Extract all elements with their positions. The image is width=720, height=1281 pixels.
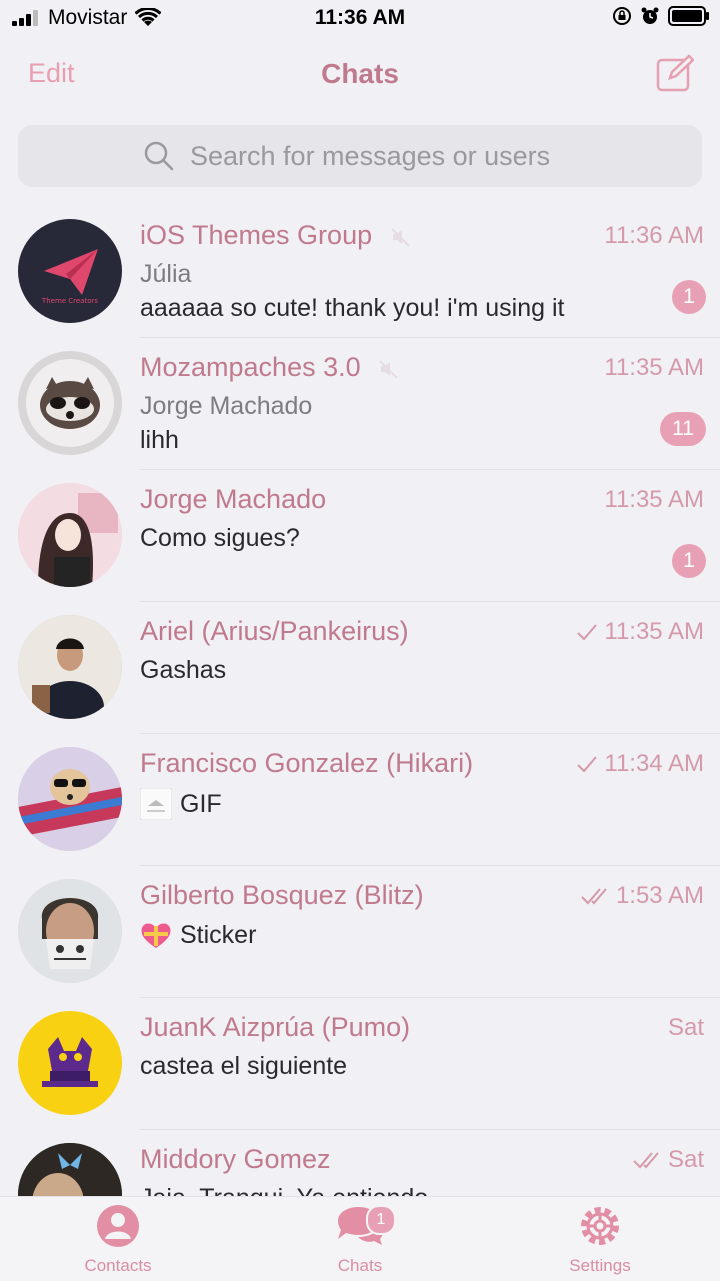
avatar: Theme Creators (18, 219, 122, 323)
battery-icon (668, 6, 709, 26)
chat-message-preview: Sticker (140, 920, 256, 950)
unread-badge: 1 (672, 280, 706, 314)
read-double-check-icon (633, 1152, 659, 1169)
butterfly-avatar-image (18, 1143, 122, 1196)
chat-row-jorge-machado[interactable]: Jorge Machado 11:35 AM Como sigues? 1 (0, 470, 720, 602)
rotation-lock-icon (613, 7, 631, 25)
chat-name: Middory Gomez (140, 1144, 331, 1174)
chat-time: 11:36 AM (604, 222, 704, 249)
gear-icon (581, 1207, 619, 1245)
sent-check-icon (577, 624, 598, 641)
chat-time: 11:35 AM (576, 618, 704, 646)
tab-chats[interactable]: 1 Chats (300, 1203, 420, 1276)
chat-time: Sat (632, 1146, 704, 1174)
unread-badge: 11 (660, 412, 706, 446)
chat-row-middory[interactable]: Middory Gomez Sat Jaja. Tranqui. Ya enti… (0, 1130, 720, 1196)
chat-time: 11:34 AM (576, 750, 704, 778)
chat-name: iOS Themes Group (140, 220, 412, 251)
chat-message-text: Como sigues? (140, 524, 300, 552)
muted-speaker-icon (390, 228, 410, 247)
chat-message-preview: castea el siguiente (140, 1052, 347, 1081)
chat-time-text: 11:35 AM (604, 618, 704, 645)
chat-name: Ariel (Arius/Pankeirus) (140, 616, 409, 646)
read-double-check-icon (581, 888, 607, 905)
chat-name: Mozampaches 3.0 (140, 352, 400, 383)
search-placeholder: Search for messages or users (190, 141, 551, 171)
dog-avatar-image (18, 747, 122, 851)
search-icon (144, 141, 174, 171)
nav-bar: Edit Chats (0, 44, 720, 104)
chat-sender: Júlia (140, 260, 192, 288)
paper-plane-icon: Theme Creators (41, 249, 98, 305)
avatar (18, 1011, 122, 1115)
avatar (18, 747, 122, 851)
chat-message-preview: lihh (140, 426, 179, 454)
chat-name: Francisco Gonzalez (Hikari) (140, 748, 474, 778)
chat-row-francisco[interactable]: Francisco Gonzalez (Hikari) 11:34 AM GIF (0, 734, 720, 866)
chat-message-text: Jaja. Tranqui. Ya entiendo (140, 1184, 428, 1196)
status-bar: Movistar 11:36 AM (0, 0, 720, 36)
heart-gift-sticker-icon (141, 923, 171, 948)
tab-label: Chats (337, 1256, 383, 1275)
tab-contacts[interactable]: Contacts (58, 1203, 178, 1276)
avatar (18, 615, 122, 719)
chat-name: JuanK Aizprúa (Pumo) (140, 1012, 411, 1042)
chat-row-juank[interactable]: JuanK Aizprúa (Pumo) Sat castea el sigui… (0, 998, 720, 1130)
chat-message-preview: Gashas (140, 656, 226, 685)
chat-message-text: castea el siguiente (140, 1052, 348, 1080)
man-avatar-image (18, 615, 122, 719)
chat-row-mozampaches[interactable]: Mozampaches 3.0 11:35 AM Jorge Machado l… (0, 338, 720, 470)
avatar (18, 483, 122, 587)
unread-badge: 1 (672, 544, 706, 578)
sent-check-icon (577, 756, 598, 773)
chat-time-text: 1:53 AM (615, 882, 704, 909)
tab-settings[interactable]: Settings (540, 1203, 660, 1276)
chat-time: 11:35 AM (604, 486, 704, 513)
compose-icon[interactable] (656, 54, 694, 92)
chat-time-text: 11:34 AM (604, 750, 704, 777)
avatar (18, 1143, 122, 1196)
chat-message-text: Gashas (140, 656, 227, 684)
tab-bar: Contacts 1 Chats Settings (0, 1196, 720, 1281)
gif-thumbnail-icon (140, 788, 172, 820)
chat-row-ios-themes-group[interactable]: Theme Creators iOS Themes Group 11:36 AM… (0, 206, 720, 338)
status-right (612, 6, 710, 26)
person-icon (97, 1205, 139, 1247)
chat-name: Jorge Machado (140, 484, 327, 514)
tab-badge: 1 (366, 1205, 396, 1235)
chat-message-text: GIF (180, 789, 222, 818)
search-bar[interactable]: Search for messages or users (18, 125, 702, 187)
chat-sender: Jorge Machado (140, 392, 313, 420)
chat-message-preview: GIF (140, 788, 222, 820)
avatar (18, 351, 122, 455)
chat-time-text: Sat (667, 1146, 704, 1173)
page-title: Chats (321, 58, 399, 89)
chat-name-text: Mozampaches 3.0 (140, 352, 361, 382)
purple-creature-avatar-image (42, 1037, 98, 1087)
muted-speaker-icon (379, 360, 398, 379)
chat-message-text: Sticker (180, 920, 257, 949)
chat-time: 1:53 AM (580, 882, 704, 910)
anime-girl-avatar-image (18, 483, 122, 587)
chat-name: Gilberto Bosquez (Blitz) (140, 880, 424, 910)
raccoon-avatar-image (26, 359, 114, 447)
chat-time: Sat (667, 1014, 704, 1041)
chat-row-gilberto[interactable]: Gilberto Bosquez (Blitz) 1:53 AM Sticker (0, 866, 720, 998)
chat-time: 11:35 AM (604, 354, 704, 381)
chat-list: Theme Creators iOS Themes Group 11:36 AM… (0, 206, 720, 1196)
chat-row-ariel[interactable]: Ariel (Arius/Pankeirus) 11:35 AM Gashas (0, 602, 720, 734)
masked-man-avatar-image (18, 879, 122, 983)
tab-label: Contacts (84, 1256, 152, 1275)
chat-name-text: iOS Themes Group (140, 220, 373, 250)
alarm-icon (641, 7, 659, 24)
chat-message-preview: Como sigues? (140, 524, 300, 553)
chat-message-preview: Jaja. Tranqui. Ya entiendo (140, 1184, 428, 1196)
avatar (18, 879, 122, 983)
avatar-label: Theme Creators (41, 297, 98, 305)
chat-message-preview: aaaaaa so cute! thank you! i'm using it (140, 294, 565, 322)
tab-label: Settings (569, 1256, 631, 1275)
